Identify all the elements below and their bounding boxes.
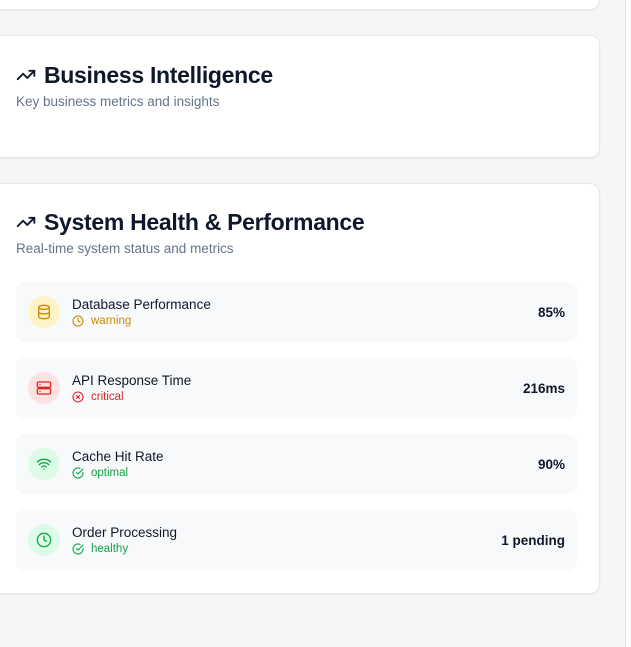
- metric-body: Order Processing healthy: [72, 524, 501, 557]
- card-header: Business Intelligence Key business metri…: [16, 61, 273, 110]
- server-icon: [28, 372, 60, 404]
- metric-value: 90%: [537, 456, 565, 472]
- metric-cache-hit-rate[interactable]: Cache Hit Rate optimal 90%: [16, 434, 577, 494]
- card-header: System Health & Performance Real-time sy…: [16, 208, 365, 257]
- metric-status-label: optimal: [91, 466, 129, 479]
- card-subtitle: Key business metrics and insights: [16, 94, 220, 109]
- metric-status-label: healthy: [91, 542, 129, 555]
- previous-card: [0, 0, 600, 10]
- clock-icon: [72, 315, 85, 328]
- metric-api-response-time[interactable]: API Response Time critical 216ms: [16, 358, 577, 418]
- metric-body: API Response Time critical: [72, 372, 523, 405]
- check-circle-icon: [72, 543, 85, 556]
- metric-status-label: warning: [91, 314, 132, 327]
- card-title: Business Intelligence: [44, 61, 273, 88]
- metric-value: 85%: [537, 304, 565, 320]
- metric-order-processing[interactable]: Order Processing healthy 1 pending: [16, 510, 577, 570]
- metric-body: Cache Hit Rate optimal: [72, 448, 538, 481]
- check-circle-icon: [72, 467, 85, 480]
- metric-name: Database Performance: [72, 296, 211, 312]
- metric-status: optimal: [72, 466, 538, 481]
- trending-up-icon: [16, 65, 36, 85]
- database-icon: [28, 296, 60, 328]
- wifi-icon: [28, 448, 60, 480]
- metric-name: API Response Time: [72, 372, 192, 388]
- clock-icon: [28, 524, 60, 556]
- metric-value: 216ms: [522, 380, 565, 396]
- metric-status: healthy: [72, 542, 501, 557]
- right-panel-edge: [625, 0, 631, 647]
- metric-value: 1 pending: [501, 532, 565, 548]
- business-intelligence-card: Business Intelligence Key business metri…: [0, 35, 600, 158]
- metric-body: Database Performance warning: [72, 296, 538, 329]
- card-title-row: Business Intelligence: [16, 61, 273, 89]
- x-circle-icon: [72, 391, 85, 404]
- trending-up-icon: [16, 212, 36, 232]
- metric-status: critical: [72, 390, 523, 405]
- card-title: System Health & Performance: [44, 208, 365, 235]
- dashboard-canvas: Business Intelligence Key business metri…: [0, 0, 631, 647]
- metric-status: warning: [72, 314, 538, 329]
- metric-name: Order Processing: [72, 524, 178, 540]
- metric-name: Cache Hit Rate: [72, 448, 164, 464]
- metrics-list: Database Performance warning 85% API Res…: [16, 282, 577, 570]
- card-title-row: System Health & Performance: [16, 208, 365, 236]
- metric-database-performance[interactable]: Database Performance warning 85%: [16, 282, 577, 342]
- card-subtitle: Real-time system status and metrics: [16, 241, 234, 256]
- system-health-card: System Health & Performance Real-time sy…: [0, 183, 600, 594]
- metric-status-label: critical: [91, 390, 124, 403]
